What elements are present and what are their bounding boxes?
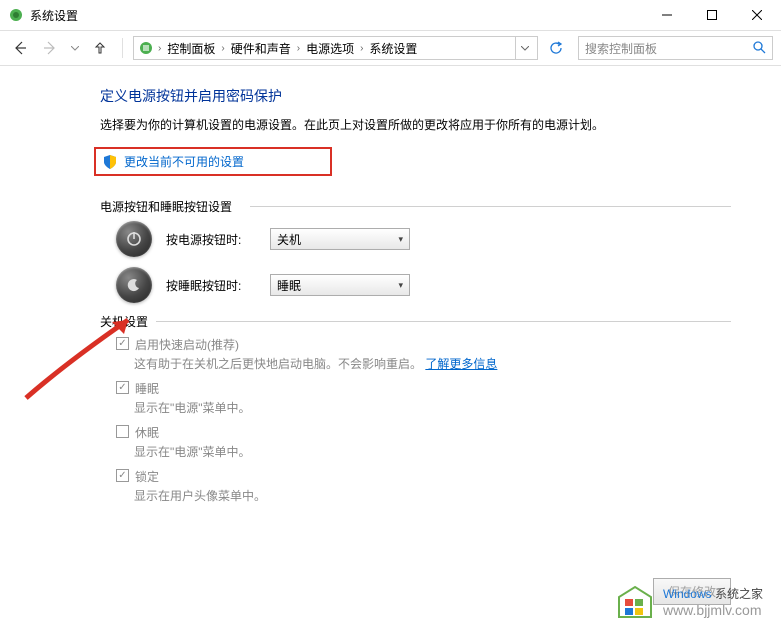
chevron-icon: ›: [156, 43, 163, 54]
breadcrumb-dropdown[interactable]: [515, 37, 533, 59]
watermark-site: www.bjjmlv.com: [663, 602, 762, 618]
sleep-label: 睡眠: [135, 380, 159, 397]
app-icon: [8, 7, 24, 23]
lock-label: 锁定: [135, 468, 159, 485]
power-button-dropdown[interactable]: 关机 ▾: [270, 228, 410, 250]
fast-startup-row: 启用快速启动(推荐): [116, 336, 731, 353]
chevron-down-icon: ▾: [398, 280, 403, 291]
hibernate-row: 休眠: [116, 424, 731, 441]
breadcrumb-item[interactable]: 硬件和声音: [229, 40, 293, 57]
refresh-button[interactable]: [544, 36, 568, 60]
change-settings-box: 更改当前不可用的设置: [94, 147, 332, 176]
watermark-logo-icon: [615, 583, 655, 619]
divider: [156, 321, 731, 322]
breadcrumb-item[interactable]: 电源选项: [304, 40, 356, 57]
dropdown-value: 关机: [277, 231, 301, 248]
fast-startup-label: 启用快速启动(推荐): [135, 336, 239, 353]
breadcrumb-item[interactable]: 系统设置: [367, 40, 419, 57]
titlebar: 系统设置: [0, 0, 781, 30]
watermark: Windows 系统之家 www.bjjmlv.com: [615, 583, 763, 619]
maximize-button[interactable]: [689, 1, 734, 29]
sleep-icon: [116, 267, 152, 303]
change-unavailable-link[interactable]: 更改当前不可用的设置: [124, 153, 244, 170]
chevron-icon: ›: [358, 43, 365, 54]
sleep-desc: 显示在"电源"菜单中。: [134, 399, 731, 416]
search-placeholder: 搜索控制面板: [585, 40, 752, 57]
page-subtitle: 选择要为你的计算机设置的电源设置。在此页上对设置所做的更改将应用于你所有的电源计…: [100, 116, 731, 133]
forward-button[interactable]: [38, 36, 62, 60]
close-button[interactable]: [734, 1, 779, 29]
window-title: 系统设置: [30, 7, 644, 24]
breadcrumb[interactable]: › 控制面板 › 硬件和声音 › 电源选项 › 系统设置: [133, 36, 538, 60]
divider: [250, 206, 731, 207]
back-button[interactable]: [8, 36, 32, 60]
page-heading: 定义电源按钮并启用密码保护: [100, 86, 731, 106]
fast-startup-checkbox[interactable]: [116, 337, 129, 350]
watermark-site-cn: 系统之家: [715, 587, 763, 601]
power-button-row: 按电源按钮时: 关机 ▾: [116, 221, 731, 257]
hibernate-checkbox[interactable]: [116, 425, 129, 438]
sleep-button-row: 按睡眠按钮时: 睡眠 ▾: [116, 267, 731, 303]
power-icon: [116, 221, 152, 257]
watermark-brand: Windows: [663, 587, 712, 601]
chevron-icon: ›: [295, 43, 302, 54]
lock-row: 锁定: [116, 468, 731, 485]
chevron-down-icon: ▾: [398, 234, 403, 245]
history-dropdown[interactable]: [68, 36, 82, 60]
lock-desc: 显示在用户头像菜单中。: [134, 487, 731, 504]
separator: [122, 38, 123, 58]
search-icon: [752, 40, 766, 57]
shield-icon: [102, 154, 118, 170]
lock-checkbox[interactable]: [116, 469, 129, 482]
search-input[interactable]: 搜索控制面板: [578, 36, 773, 60]
control-panel-icon: [138, 40, 154, 56]
sleep-row: 睡眠: [116, 380, 731, 397]
sleep-checkbox[interactable]: [116, 381, 129, 394]
chevron-icon: ›: [219, 43, 226, 54]
navbar: › 控制面板 › 硬件和声音 › 电源选项 › 系统设置 搜索控制面板: [0, 30, 781, 66]
hibernate-desc: 显示在"电源"菜单中。: [134, 443, 731, 460]
dropdown-value: 睡眠: [277, 277, 301, 294]
fast-startup-desc: 这有助于在关机之后更快地启动电脑。不会影响重启。 了解更多信息: [134, 355, 731, 372]
power-button-label: 按电源按钮时:: [166, 231, 256, 248]
sleep-button-dropdown[interactable]: 睡眠 ▾: [270, 274, 410, 296]
learn-more-link[interactable]: 了解更多信息: [425, 357, 497, 371]
content-area: 定义电源按钮并启用密码保护 选择要为你的计算机设置的电源设置。在此页上对设置所做…: [0, 66, 781, 532]
sleep-button-label: 按睡眠按钮时:: [166, 277, 256, 294]
minimize-button[interactable]: [644, 1, 689, 29]
breadcrumb-item[interactable]: 控制面板: [165, 40, 217, 57]
hibernate-label: 休眠: [135, 424, 159, 441]
up-button[interactable]: [88, 36, 112, 60]
